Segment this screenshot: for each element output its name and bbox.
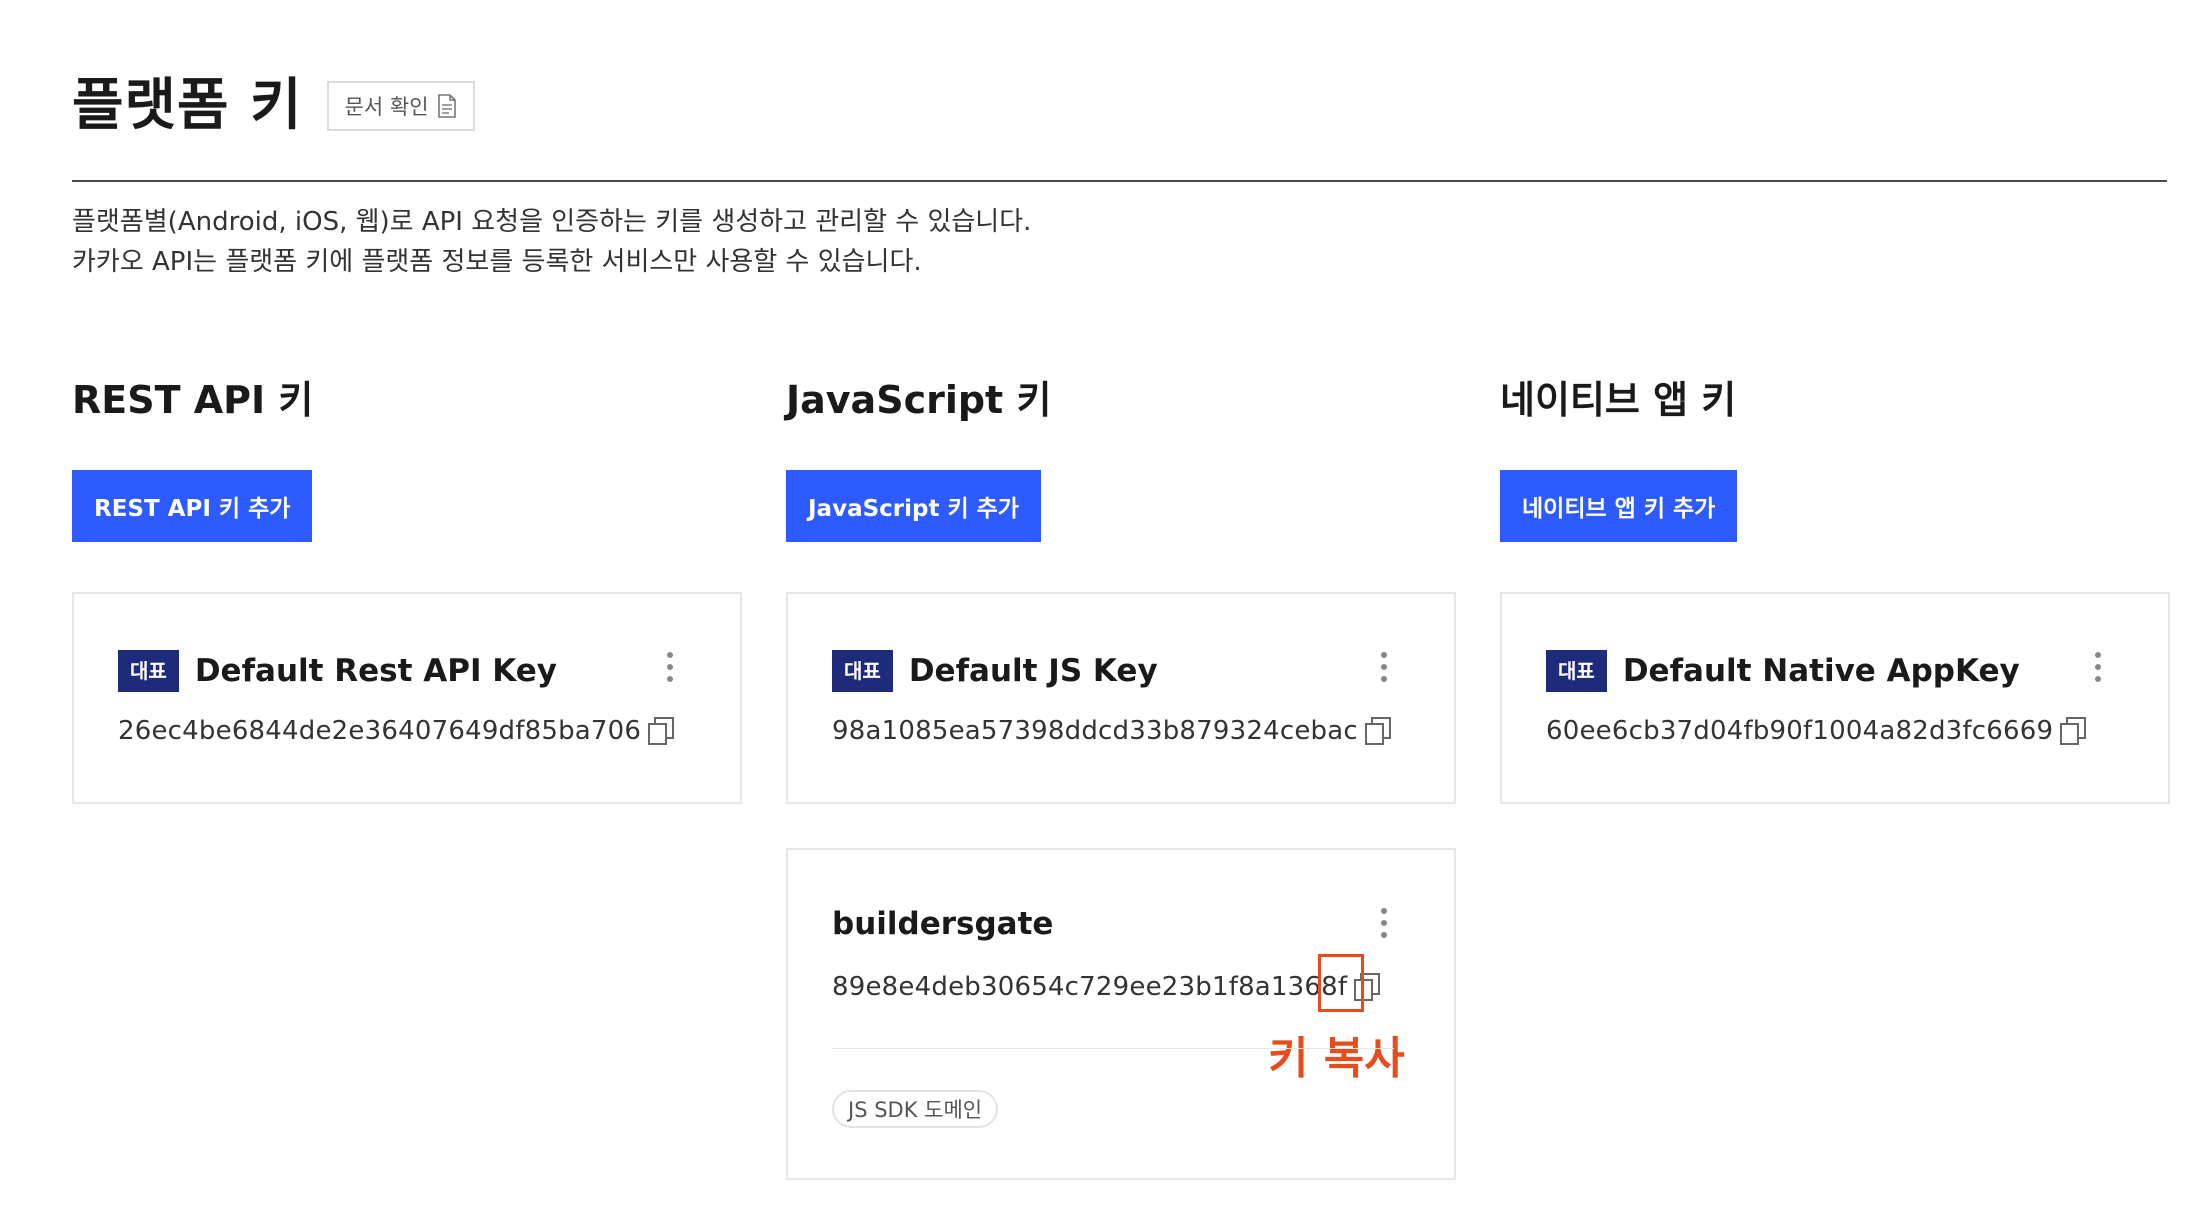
page-header: 플랫폼 키 문서 확인 [72,62,475,150]
copy-icon[interactable] [1364,716,1392,746]
key-value: 89e8e4deb30654c729ee23b1f8a1368f [832,972,1348,1002]
card-separator [832,1048,1394,1049]
copy-annotation-label: 키 복사 [1268,1033,1405,1084]
key-card: 대표 Default Rest API Key 26ec4be6844de2e3… [72,592,742,804]
section-title: JavaScript 키 [786,378,1052,422]
copy-icon[interactable] [647,716,675,746]
card-head: 대표 Default JS Key [832,650,1158,692]
primary-badge: 대표 [832,650,893,692]
key-card: 대표 Default JS Key 98a1085ea57398ddcd33b8… [786,592,1456,804]
key-name: buildersgate [832,906,1054,942]
card-head: 대표 Default Native AppKey [1546,650,2020,692]
card-head: buildersgate [832,906,1053,942]
add-native-app-key-button[interactable]: 네이티브 앱 키 추가 [1500,470,1738,542]
more-vertical-icon[interactable] [664,652,676,686]
add-rest-api-key-button[interactable]: REST API 키 추가 [72,470,313,542]
key-value-row: 89e8e4deb30654c729ee23b1f8a1368f [832,972,1381,1002]
key-value: 98a1085ea57398ddcd33b879324cebac [832,716,1358,746]
copy-icon[interactable] [2059,716,2087,746]
key-value-row: 60ee6cb37d04fb90f1004a82d3fc6669 [1546,716,2087,746]
key-value: 26ec4be6844de2e36407649df85ba706 [118,716,642,746]
key-card: 대표 Default Native AppKey 60ee6cb37d04fb9… [1500,592,2170,804]
key-name: Default Rest API Key [194,653,557,689]
copy-highlight-box [1318,954,1364,1012]
doc-button[interactable]: 문서 확인 [326,81,475,131]
key-name: Default JS Key [908,653,1158,689]
section-title: 네이티브 앱 키 [1500,378,1737,422]
key-name: Default Native AppKey [1622,653,2020,689]
more-vertical-icon[interactable] [1378,652,1390,686]
native-app-key-section: 네이티브 앱 키 네이티브 앱 키 추가 대표 Default Native A… [1500,370,2170,804]
section-title: REST API 키 [72,378,314,422]
rest-api-key-section: REST API 키 REST API 키 추가 대표 Default Rest… [72,370,742,804]
description-line: 플랫폼별(Android, iOS, 웹)로 API 요청을 인증하는 키를 생… [72,207,1032,237]
description-line: 카카오 API는 플랫폼 키에 플랫폼 정보를 등록한 서비스만 사용할 수 있… [72,247,922,277]
more-vertical-icon[interactable] [2092,652,2104,686]
javascript-key-section: JavaScript 키 JavaScript 키 추가 대표 Default … [786,370,1456,1180]
primary-badge: 대표 [118,650,179,692]
doc-button-label: 문서 확인 [344,95,429,119]
page-title: 플랫폼 키 [72,73,303,138]
document-icon [437,94,457,118]
header-divider [72,180,2167,182]
page-description: 플랫폼별(Android, iOS, 웹)로 API 요청을 인증하는 키를 생… [72,202,1031,282]
add-javascript-key-button[interactable]: JavaScript 키 추가 [786,470,1041,542]
key-card: buildersgate 89e8e4deb30654c729ee23b1f8a… [786,848,1456,1180]
more-vertical-icon[interactable] [1378,908,1390,942]
key-value-row: 98a1085ea57398ddcd33b879324cebac [832,716,1392,746]
card-head: 대표 Default Rest API Key [118,650,557,692]
key-value: 60ee6cb37d04fb90f1004a82d3fc6669 [1546,716,2054,746]
js-sdk-domain-tag[interactable]: JS SDK 도메인 [832,1090,999,1128]
key-value-row: 26ec4be6844de2e36407649df85ba706 [118,716,675,746]
primary-badge: 대표 [1546,650,1607,692]
